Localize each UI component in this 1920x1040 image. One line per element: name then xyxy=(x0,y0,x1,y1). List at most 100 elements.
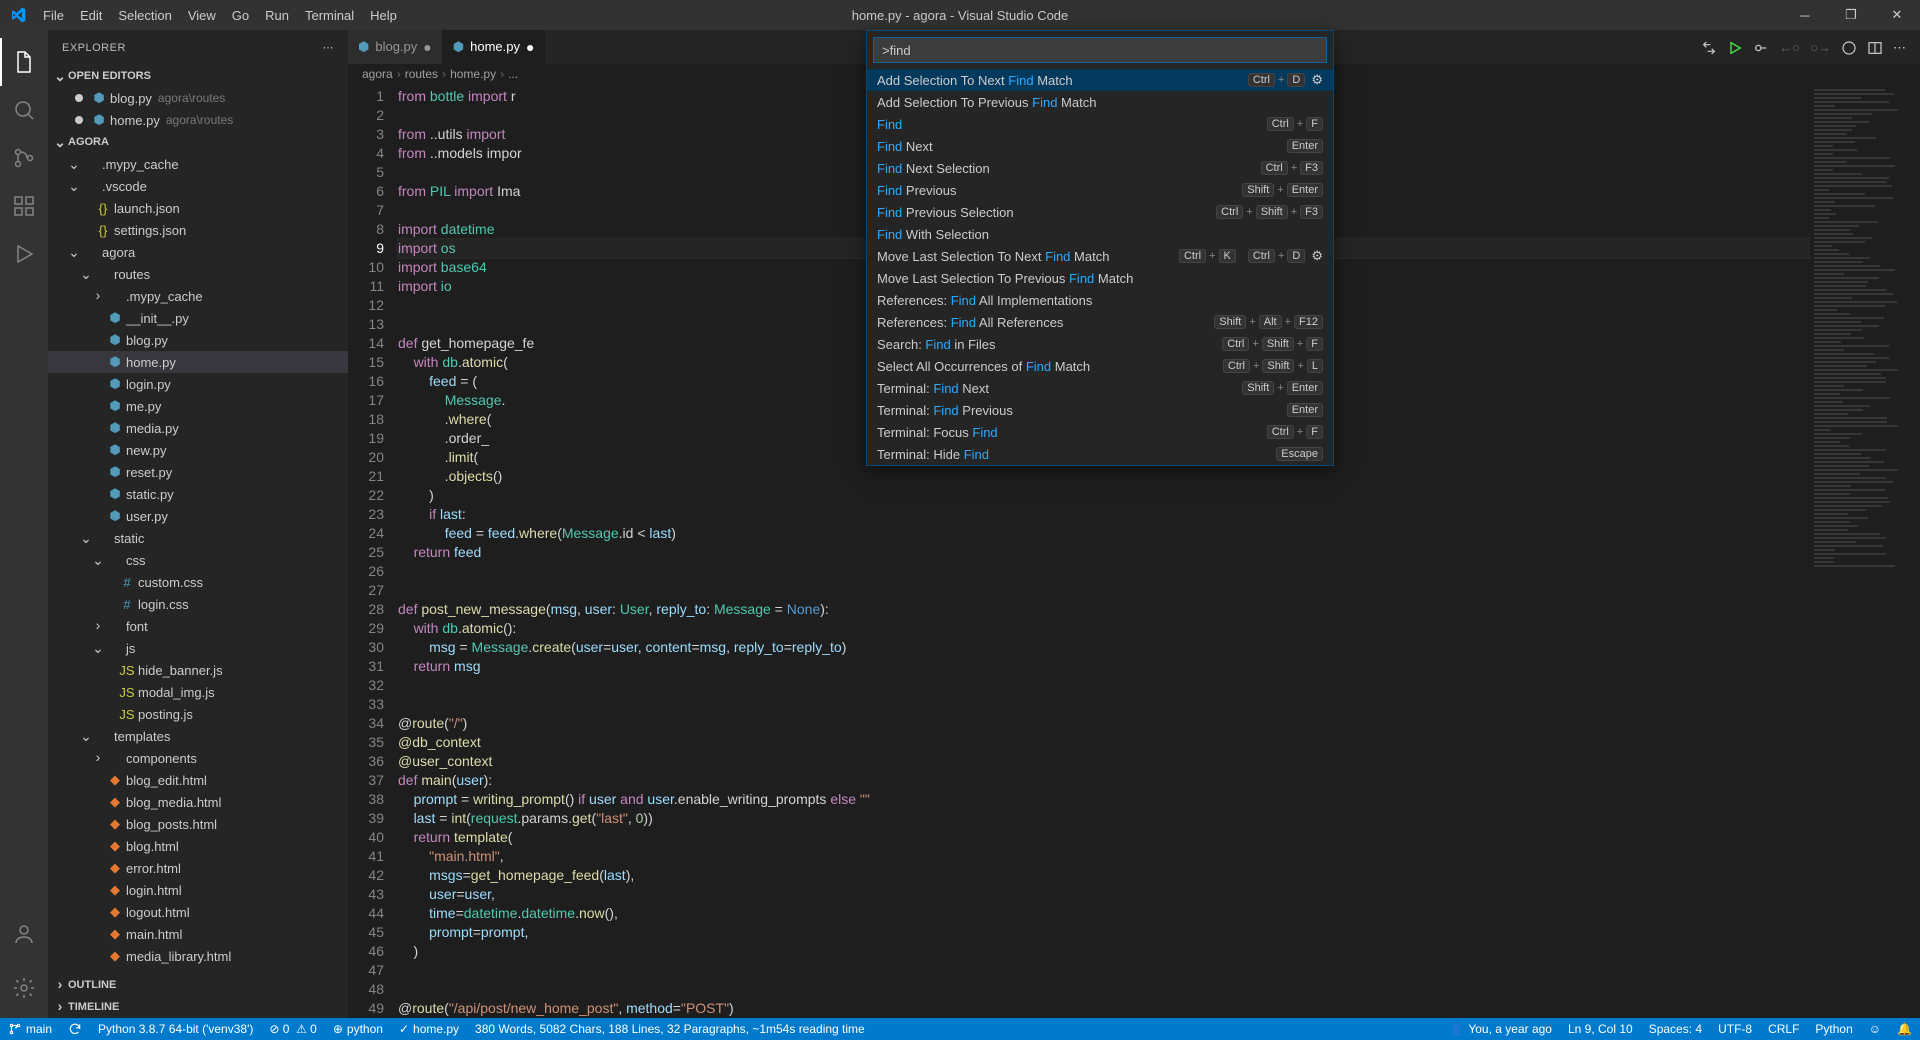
tree-file[interactable]: {}launch.json xyxy=(48,197,348,219)
tree-file[interactable]: ◆blog_posts.html xyxy=(48,813,348,835)
palette-option[interactable]: Terminal: Focus FindCtrl+F xyxy=(867,421,1333,443)
status-problems[interactable]: ⊘ 0 ⚠ 0 xyxy=(261,1018,325,1040)
tree-file[interactable]: {}settings.json xyxy=(48,219,348,241)
palette-option[interactable]: Find Next SelectionCtrl+F3 xyxy=(867,157,1333,179)
toggle-icon[interactable] xyxy=(1753,40,1769,56)
breadcrumb-item[interactable]: agora xyxy=(362,67,393,81)
status-sync[interactable] xyxy=(60,1018,90,1040)
tree-folder[interactable]: routes xyxy=(48,263,348,285)
tree-file[interactable]: ◆media_library.html xyxy=(48,945,348,967)
palette-option[interactable]: Terminal: Find NextShift+Enter xyxy=(867,377,1333,399)
tree-folder[interactable]: .mypy_cache xyxy=(48,285,348,307)
close-button[interactable]: ✕ xyxy=(1874,0,1920,30)
tree-file[interactable]: ⬢reset.py xyxy=(48,461,348,483)
gear-icon[interactable]: ⚙ xyxy=(1311,248,1323,264)
status-bell-icon[interactable]: 🔔 xyxy=(1889,1018,1920,1040)
tree-folder[interactable]: .mypy_cache xyxy=(48,153,348,175)
menu-run[interactable]: Run xyxy=(257,8,297,23)
status-encoding[interactable]: UTF-8 xyxy=(1710,1018,1760,1040)
tree-file[interactable]: ⬢login.py xyxy=(48,373,348,395)
open-editor-item[interactable]: ⬢blog.pyagora\routes xyxy=(48,87,348,109)
run-file-icon[interactable] xyxy=(1727,40,1743,56)
source-control-icon[interactable] xyxy=(0,134,48,182)
palette-option[interactable]: Find Previous SelectionCtrl+Shift+F3 xyxy=(867,201,1333,223)
tree-folder[interactable]: components xyxy=(48,747,348,769)
account-icon[interactable] xyxy=(0,910,48,958)
breadcrumb-item[interactable]: ... xyxy=(508,67,518,81)
minimize-button[interactable]: ─ xyxy=(1782,0,1828,30)
maximize-button[interactable]: ❐ xyxy=(1828,0,1874,30)
status-cursor-pos[interactable]: Ln 9, Col 10 xyxy=(1560,1018,1641,1040)
tree-file[interactable]: ◆login.html xyxy=(48,879,348,901)
status-eol[interactable]: CRLF xyxy=(1760,1018,1807,1040)
settings-gear-icon[interactable] xyxy=(0,964,48,1012)
project-header[interactable]: AGORA xyxy=(48,131,348,153)
tree-file[interactable]: ⬢media.py xyxy=(48,417,348,439)
tree-file[interactable]: JSposting.js xyxy=(48,703,348,725)
menu-edit[interactable]: Edit xyxy=(72,8,110,23)
tree-folder[interactable]: css xyxy=(48,549,348,571)
palette-option[interactable]: Move Last Selection To Next Find MatchCt… xyxy=(867,245,1333,267)
minimap[interactable] xyxy=(1810,87,1920,957)
palette-option[interactable]: Search: Find in FilesCtrl+Shift+F xyxy=(867,333,1333,355)
open-editors-header[interactable]: OPEN EDITORS xyxy=(48,65,348,87)
status-branch[interactable]: main xyxy=(0,1018,60,1040)
explorer-more-icon[interactable]: ⋯ xyxy=(323,41,335,54)
menu-file[interactable]: File xyxy=(35,8,72,23)
tree-file[interactable]: ◆blog_edit.html xyxy=(48,769,348,791)
open-preview-icon[interactable] xyxy=(1841,40,1857,56)
tree-folder[interactable]: templates xyxy=(48,725,348,747)
tree-file[interactable]: ◆blog.html xyxy=(48,835,348,857)
menu-terminal[interactable]: Terminal xyxy=(297,8,362,23)
tree-folder[interactable]: js xyxy=(48,637,348,659)
tree-file[interactable]: JSmodal_img.js xyxy=(48,681,348,703)
palette-option[interactable]: Select All Occurrences of Find MatchCtrl… xyxy=(867,355,1333,377)
explorer-icon[interactable] xyxy=(0,38,48,86)
status-lang[interactable]: Python xyxy=(1807,1018,1860,1040)
menu-view[interactable]: View xyxy=(180,8,224,23)
tree-file[interactable]: ◆main.html xyxy=(48,923,348,945)
status-python-interp[interactable]: Python 3.8.7 64-bit ('venv38') xyxy=(90,1018,261,1040)
timeline-header[interactable]: TIMELINE xyxy=(48,996,348,1018)
status-indent[interactable]: Spaces: 4 xyxy=(1641,1018,1710,1040)
palette-option[interactable]: Move Last Selection To Previous Find Mat… xyxy=(867,267,1333,289)
command-palette-input[interactable] xyxy=(873,37,1327,63)
tree-file[interactable]: ◆logout.html xyxy=(48,901,348,923)
more-actions-icon[interactable]: ⋯ xyxy=(1893,40,1906,56)
tree-file[interactable]: #custom.css xyxy=(48,571,348,593)
tree-file[interactable]: JShide_banner.js xyxy=(48,659,348,681)
tree-file[interactable]: ⬢__init__.py xyxy=(48,307,348,329)
palette-option[interactable]: Terminal: Hide FindEscape xyxy=(867,443,1333,465)
editor-tab[interactable]: ⬢blog.py● xyxy=(348,30,443,64)
palette-option[interactable]: References: Find All ReferencesShift+Alt… xyxy=(867,311,1333,333)
palette-option[interactable]: Add Selection To Next Find MatchCtrl+D⚙ xyxy=(867,69,1333,91)
outline-header[interactable]: OUTLINE xyxy=(48,974,348,996)
status-git-blame[interactable]: 👤 You, a year ago xyxy=(1441,1018,1560,1040)
palette-option[interactable]: Find PreviousShift+Enter xyxy=(867,179,1333,201)
palette-option[interactable]: Terminal: Find PreviousEnter xyxy=(867,399,1333,421)
editor-tab[interactable]: ⬢home.py● xyxy=(443,30,546,64)
tree-file[interactable]: ⬢blog.py xyxy=(48,329,348,351)
status-file[interactable]: ✓ home.py xyxy=(391,1018,467,1040)
tree-file[interactable]: ⬢me.py xyxy=(48,395,348,417)
gear-icon[interactable]: ⚙ xyxy=(1311,72,1323,88)
tree-file[interactable]: ⬢home.py xyxy=(48,351,348,373)
tree-file[interactable]: ◆error.html xyxy=(48,857,348,879)
tree-file[interactable]: ⬢user.py xyxy=(48,505,348,527)
search-icon[interactable] xyxy=(0,86,48,134)
menu-help[interactable]: Help xyxy=(362,8,405,23)
palette-option[interactable]: Find With Selection xyxy=(867,223,1333,245)
tree-file[interactable]: ◆blog_media.html xyxy=(48,791,348,813)
palette-option[interactable]: Add Selection To Previous Find Match xyxy=(867,91,1333,113)
compare-changes-icon[interactable] xyxy=(1701,40,1717,56)
tree-folder[interactable]: agora xyxy=(48,241,348,263)
status-interp-name[interactable]: ⊕ python xyxy=(325,1018,391,1040)
extensions-icon[interactable] xyxy=(0,182,48,230)
tree-file[interactable]: ⬢new.py xyxy=(48,439,348,461)
tree-file[interactable]: #login.css xyxy=(48,593,348,615)
status-feedback-icon[interactable]: ☺ xyxy=(1861,1018,1889,1040)
breadcrumb-item[interactable]: home.py xyxy=(450,67,496,81)
open-editor-item[interactable]: ⬢home.pyagora\routes xyxy=(48,109,348,131)
palette-option[interactable]: References: Find All Implementations xyxy=(867,289,1333,311)
breadcrumb-item[interactable]: routes xyxy=(405,67,438,81)
